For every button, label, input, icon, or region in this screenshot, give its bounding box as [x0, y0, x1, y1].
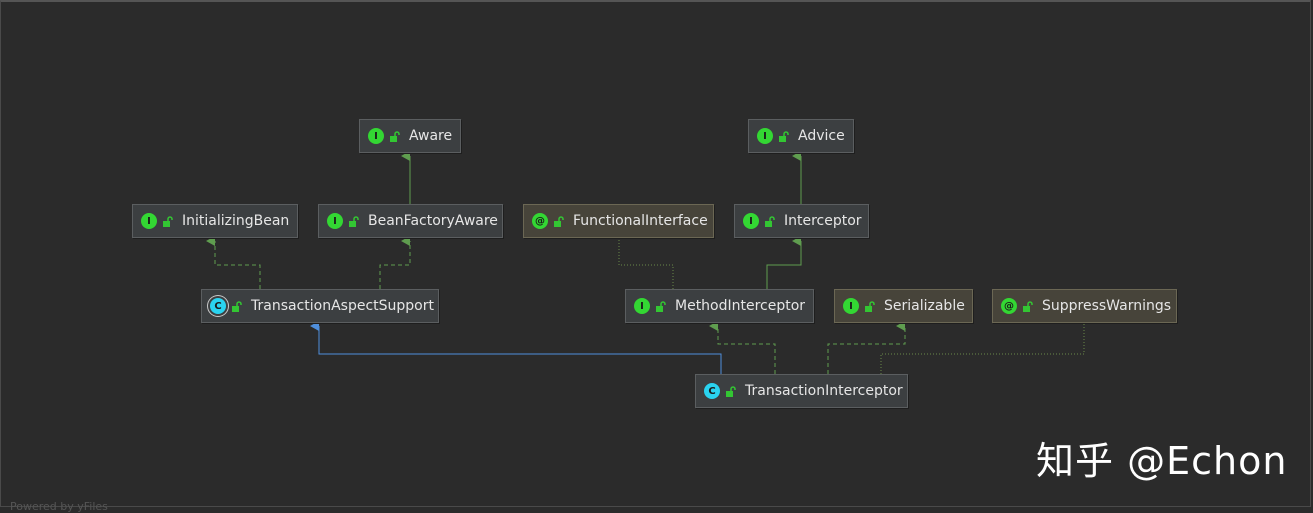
- unlocked-icon: [163, 215, 173, 227]
- node-label: Aware: [409, 128, 453, 144]
- powered-by-footer: Powered by yFiles: [10, 500, 108, 513]
- edge-ti-methodinterceptor: [709, 321, 776, 374]
- unlocked-icon: [232, 300, 242, 312]
- node-functionalinterface[interactable]: @ FunctionalInterface: [523, 204, 714, 238]
- interface-icon: I: [141, 213, 157, 229]
- edge-tas-beanfactoryaware: [379, 236, 411, 289]
- class-icon: C: [704, 383, 720, 399]
- unlocked-icon: [390, 130, 400, 142]
- interface-icon: I: [743, 213, 759, 229]
- node-label: FunctionalInterface: [573, 213, 708, 229]
- node-initializingbean[interactable]: I InitializingBean: [132, 204, 298, 238]
- unlocked-icon: [554, 215, 564, 227]
- unlocked-icon: [779, 130, 789, 142]
- node-methodinterceptor[interactable]: I MethodInterceptor: [625, 289, 814, 323]
- node-serializable[interactable]: I Serializable: [834, 289, 973, 323]
- annotation-icon: @: [532, 213, 548, 229]
- interface-icon: I: [368, 128, 384, 144]
- node-label: TransactionInterceptor: [745, 383, 903, 399]
- node-transactionaspectsupport[interactable]: C TransactionAspectSupport: [201, 289, 439, 323]
- node-label: MethodInterceptor: [675, 298, 806, 314]
- node-label: Serializable: [884, 298, 965, 314]
- unlocked-icon: [656, 300, 666, 312]
- edge-tas-initializingbean: [206, 236, 261, 289]
- abstract-class-icon: C: [210, 298, 226, 314]
- node-beanfactoryaware[interactable]: I BeanFactoryAware: [318, 204, 503, 238]
- edge-ti-serializable: [827, 321, 906, 374]
- unlocked-icon: [726, 385, 736, 397]
- edge-ti-suppresswarnings: [880, 324, 1085, 374]
- node-label: Interceptor: [784, 213, 862, 229]
- unlocked-icon: [1023, 300, 1033, 312]
- edge-methodinterceptor-functionalinterface: [618, 239, 674, 289]
- unlocked-icon: [349, 215, 359, 227]
- node-label: SuppressWarnings: [1042, 298, 1172, 314]
- node-label: Advice: [798, 128, 845, 144]
- node-aware[interactable]: I Aware: [359, 119, 461, 153]
- node-suppresswarnings[interactable]: @ SuppressWarnings: [992, 289, 1177, 323]
- interface-icon: I: [843, 298, 859, 314]
- annotation-icon: @: [1001, 298, 1017, 314]
- node-label: InitializingBean: [182, 213, 290, 229]
- unlocked-icon: [765, 215, 775, 227]
- node-transactioninterceptor[interactable]: C TransactionInterceptor: [695, 374, 908, 408]
- node-label: TransactionAspectSupport: [251, 298, 434, 314]
- interface-icon: I: [634, 298, 650, 314]
- node-advice[interactable]: I Advice: [748, 119, 854, 153]
- edge-methodinterceptor-interceptor: [766, 236, 802, 289]
- node-label: BeanFactoryAware: [368, 213, 498, 229]
- node-interceptor[interactable]: I Interceptor: [734, 204, 869, 238]
- watermark: 知乎 @Echon: [1036, 439, 1288, 483]
- interface-icon: I: [757, 128, 773, 144]
- unlocked-icon: [865, 300, 875, 312]
- edge-ti-tas: [310, 321, 722, 374]
- interface-icon: I: [327, 213, 343, 229]
